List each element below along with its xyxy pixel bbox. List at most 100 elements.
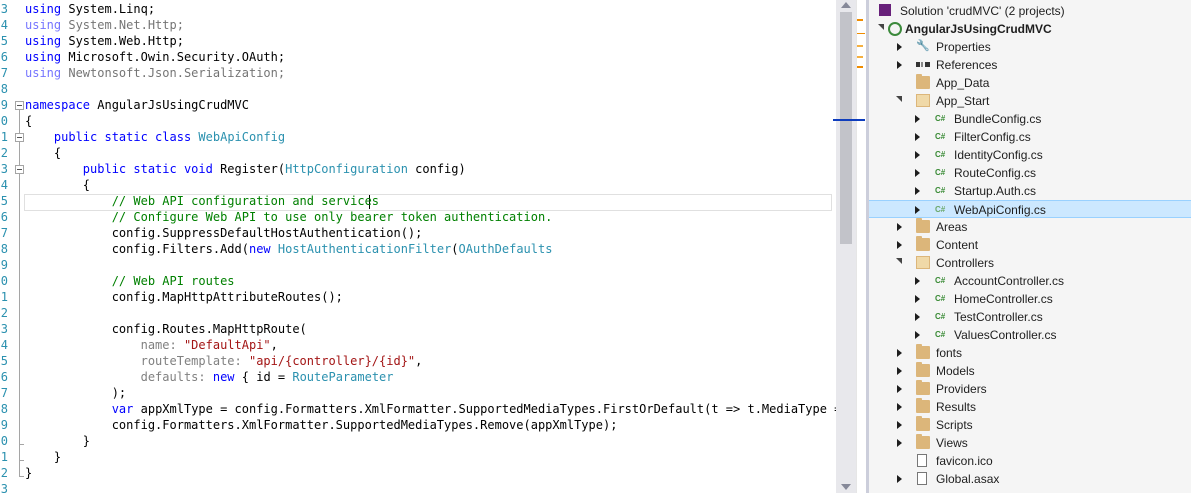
tree-item-app-data[interactable]: App_Data: [869, 74, 1191, 92]
tree-item-references[interactable]: References: [869, 56, 1191, 74]
code-line[interactable]: );: [25, 385, 126, 401]
line-number: 6: [0, 210, 8, 224]
code-line[interactable]: var appXmlType = config.Formatters.XmlFo…: [25, 401, 836, 417]
image-file-icon: [917, 454, 927, 467]
code-line[interactable]: routeTemplate: "api/{controller}/{id}",: [25, 353, 423, 369]
tree-item-scripts[interactable]: Scripts: [869, 416, 1191, 434]
tree-item-global-asax[interactable]: Global.asax: [869, 470, 1191, 488]
code-line[interactable]: config.Formatters.XmlFormatter.Supported…: [25, 417, 618, 433]
collapsed-arrow-icon[interactable]: [915, 295, 920, 303]
collapsed-arrow-icon[interactable]: [897, 385, 902, 393]
tree-item-label: FilterConfig.cs: [954, 130, 1031, 144]
tree-item-identityconfig[interactable]: C# IdentityConfig.cs: [869, 146, 1191, 164]
collapsed-arrow-icon[interactable]: [897, 43, 902, 51]
code-line[interactable]: // Web API routes: [25, 273, 235, 289]
expanded-arrow-icon[interactable]: [878, 24, 884, 30]
tree-item-content[interactable]: Content: [869, 236, 1191, 254]
collapse-namespace-icon[interactable]: [15, 101, 24, 110]
tree-item-startup-auth[interactable]: C# Startup.Auth.cs: [869, 182, 1191, 200]
code-line[interactable]: using System.Linq;: [25, 1, 155, 17]
tree-item-routeconfig[interactable]: C# RouteConfig.cs: [869, 164, 1191, 182]
tree-item-controllers[interactable]: Controllers: [869, 254, 1191, 272]
collapsed-arrow-icon[interactable]: [897, 61, 902, 69]
scroll-up-arrow-icon[interactable]: [841, 2, 851, 8]
collapsed-arrow-icon[interactable]: [915, 133, 920, 141]
code-line[interactable]: name: "DefaultApi",: [25, 337, 278, 353]
folder-icon: [916, 362, 930, 377]
collapsed-arrow-icon[interactable]: [915, 151, 920, 159]
code-line[interactable]: public static void Register(HttpConfigur…: [25, 161, 466, 177]
tree-item-app-start[interactable]: App_Start: [869, 92, 1191, 110]
change-marker: [857, 66, 863, 68]
tree-item-label: Areas: [936, 220, 968, 234]
editor-vertical-scrollbar[interactable]: [836, 0, 856, 493]
code-text: config.SuppressDefaultHostAuthentication…: [111, 226, 423, 240]
code-line[interactable]: namespace AngularJsUsingCrudMVC: [25, 97, 249, 113]
tree-item-valuescontroller[interactable]: C# ValuesController.cs: [869, 326, 1191, 344]
outline-guide-end: [19, 460, 24, 461]
collapsed-arrow-icon[interactable]: [897, 241, 902, 249]
tree-item-project[interactable]: AngularJsUsingCrudMVC: [869, 20, 1191, 38]
tree-item-models[interactable]: Models: [869, 362, 1191, 380]
scrollbar-thumb[interactable]: [840, 12, 852, 244]
code-line[interactable]: }: [25, 465, 32, 481]
collapsed-arrow-icon[interactable]: [915, 313, 920, 321]
collapsed-arrow-icon[interactable]: [915, 206, 920, 214]
code-line[interactable]: config.MapHttpAttributeRoutes();: [25, 289, 343, 305]
code-text: config.Formatters.XmlFormatter.Supported…: [111, 418, 618, 432]
tree-item-bundleconfig[interactable]: C# BundleConfig.cs: [869, 110, 1191, 128]
code-line[interactable]: // Web API configuration and services: [25, 193, 379, 209]
collapse-method-icon[interactable]: [15, 165, 24, 174]
code-line[interactable]: config.SuppressDefaultHostAuthentication…: [25, 225, 423, 241]
code-line[interactable]: }: [25, 433, 90, 449]
code-line[interactable]: config.Filters.Add(new HostAuthenticatio…: [25, 241, 553, 257]
code-editor[interactable]: 3 4 5 6 7 8 9 0 1 2 3 4 5 6 7 8 9 0 1 2 …: [0, 0, 836, 493]
tree-item-fonts[interactable]: fonts: [869, 344, 1191, 362]
csharp-file-icon: C#: [935, 205, 946, 214]
tree-item-results[interactable]: Results: [869, 398, 1191, 416]
code-line[interactable]: using Newtonsoft.Json.Serialization;: [25, 65, 285, 81]
solution-explorer[interactable]: Solution 'crudMVC' (2 projects) AngularJ…: [869, 0, 1191, 493]
code-line[interactable]: // Configure Web API to use only bearer …: [25, 209, 553, 225]
tree-item-filterconfig[interactable]: C# FilterConfig.cs: [869, 128, 1191, 146]
tree-item-label: Models: [936, 364, 975, 378]
code-line[interactable]: public static class WebApiConfig: [25, 129, 285, 145]
code-line[interactable]: }: [25, 449, 61, 465]
collapsed-arrow-icon[interactable]: [915, 187, 920, 195]
code-line[interactable]: using System.Net.Http;: [25, 17, 184, 33]
collapsed-arrow-icon[interactable]: [915, 115, 920, 123]
scroll-down-arrow-icon[interactable]: [841, 484, 851, 490]
tree-item-testcontroller[interactable]: C# TestController.cs: [869, 308, 1191, 326]
collapsed-arrow-icon[interactable]: [897, 403, 902, 411]
code-line[interactable]: using Microsoft.Owin.Security.OAuth;: [25, 49, 285, 65]
tree-item-providers[interactable]: Providers: [869, 380, 1191, 398]
tree-item-properties[interactable]: 🔧 Properties: [869, 38, 1191, 56]
code-line[interactable]: {: [25, 177, 90, 193]
code-line[interactable]: using System.Web.Http;: [25, 33, 184, 49]
collapsed-arrow-icon[interactable]: [915, 331, 920, 339]
collapsed-arrow-icon[interactable]: [897, 349, 902, 357]
collapsed-arrow-icon[interactable]: [915, 169, 920, 177]
collapsed-arrow-icon[interactable]: [897, 439, 902, 447]
tree-item-areas[interactable]: Areas: [869, 218, 1191, 236]
code-line[interactable]: {: [25, 145, 61, 161]
expanded-arrow-icon[interactable]: [896, 258, 902, 264]
tree-item-favicon[interactable]: favicon.ico: [869, 452, 1191, 470]
collapsed-arrow-icon[interactable]: [897, 223, 902, 231]
code-line[interactable]: config.Routes.MapHttpRoute(: [25, 321, 307, 337]
tree-item-solution[interactable]: Solution 'crudMVC' (2 projects): [869, 2, 1191, 20]
code-line[interactable]: defaults: new { id = RouteParameter: [25, 369, 394, 385]
expanded-arrow-icon[interactable]: [896, 96, 902, 102]
collapse-class-icon[interactable]: [15, 133, 24, 142]
tree-item-webapiconfig[interactable]: C# WebApiConfig.cs: [869, 200, 1191, 218]
tree-item-label: Scripts: [936, 418, 973, 432]
collapsed-arrow-icon[interactable]: [897, 421, 902, 429]
tree-item-views[interactable]: Views: [869, 434, 1191, 452]
collapsed-arrow-icon[interactable]: [915, 277, 920, 285]
collapsed-arrow-icon[interactable]: [897, 367, 902, 375]
tree-item-homecontroller[interactable]: C# HomeController.cs: [869, 290, 1191, 308]
tree-item-accountcontroller[interactable]: C# AccountController.cs: [869, 272, 1191, 290]
collapsed-arrow-icon[interactable]: [897, 475, 902, 483]
code-line[interactable]: {: [25, 113, 32, 129]
